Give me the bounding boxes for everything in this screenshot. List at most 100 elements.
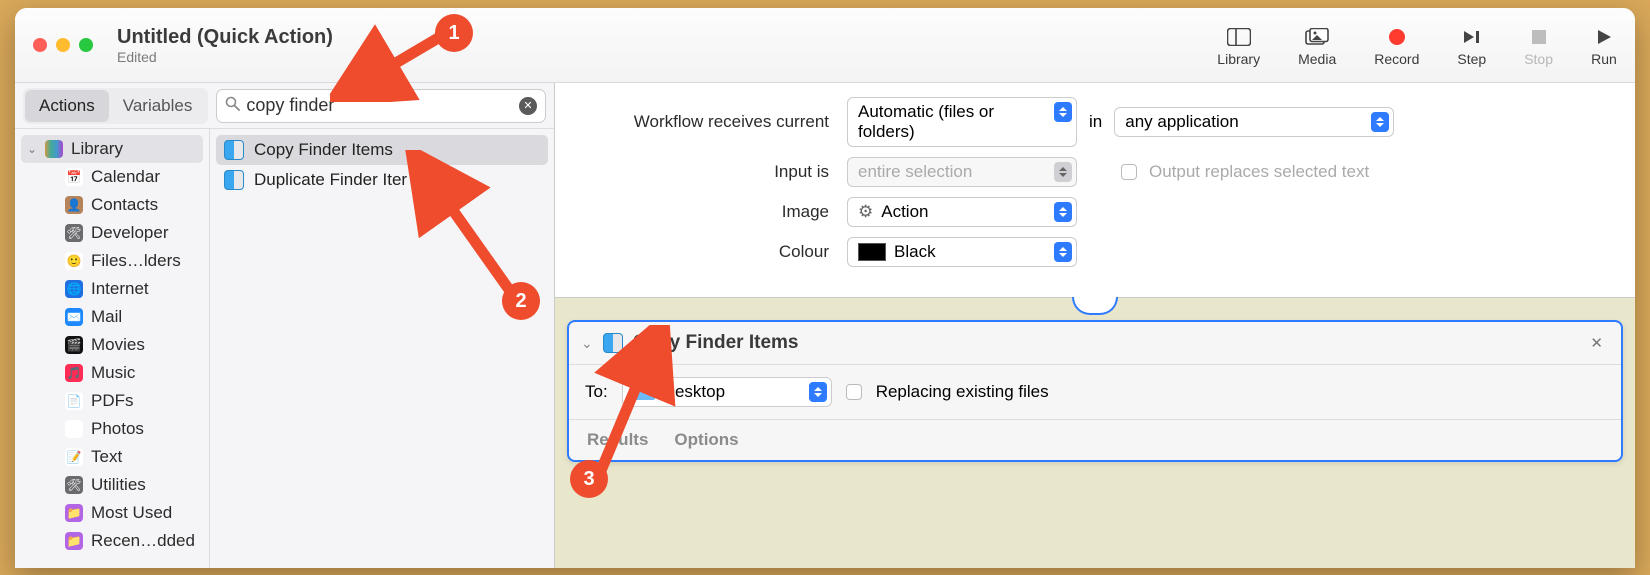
result-label: Copy Finder Items xyxy=(254,140,393,160)
library-item-label: Files…lders xyxy=(91,251,181,271)
category-icon: 📅 xyxy=(65,168,83,186)
toolbar-run-label: Run xyxy=(1591,51,1617,67)
colour-label: Colour xyxy=(575,242,835,262)
annotation-arrow-3 xyxy=(588,325,678,485)
record-icon xyxy=(1384,27,1410,47)
library-item[interactable]: 📝 Text xyxy=(41,443,203,471)
category-icon: 🌐 xyxy=(65,280,83,298)
select-arrows-icon xyxy=(1054,202,1072,222)
in-value: any application xyxy=(1125,112,1238,132)
toolbar-record-button[interactable]: Record xyxy=(1374,27,1419,67)
toolbar-media-label: Media xyxy=(1298,51,1336,67)
library-item[interactable]: 🛠Developer xyxy=(41,219,203,247)
sidebar-icon xyxy=(1226,27,1252,47)
in-word: in xyxy=(1089,112,1102,132)
toolbar-stop-label: Stop xyxy=(1524,51,1553,67)
category-icon: 🙂 xyxy=(65,252,83,270)
library-item-label: Calendar xyxy=(91,167,160,187)
library-item[interactable]: 👤Contacts xyxy=(41,191,203,219)
output-replaces-checkbox xyxy=(1121,164,1137,180)
replacing-checkbox[interactable] xyxy=(846,384,862,400)
workflow-input-notch xyxy=(1072,297,1118,315)
workflow-config: Workflow receives current Automatic (fil… xyxy=(555,83,1635,297)
annotation-badge-1: 1 xyxy=(435,14,473,52)
library-item[interactable]: 🎬Movies xyxy=(41,331,203,359)
library-item-label: Text xyxy=(91,447,122,467)
action-card-copy-finder-items[interactable]: ⌄ Copy Finder Items ✕ To: Desktop xyxy=(567,320,1623,462)
result-label: Duplicate Finder Iter xyxy=(254,170,407,190)
library-item[interactable]: 📁Recen…dded xyxy=(41,527,203,555)
category-icon: ✉️ xyxy=(65,308,83,326)
select-arrows-icon xyxy=(1054,162,1072,182)
minimize-window-button[interactable] xyxy=(56,38,70,52)
library-item[interactable]: 📁 Most Used xyxy=(41,499,203,527)
library-item-label: Recen…dded xyxy=(91,531,195,551)
colour-select[interactable]: Black xyxy=(847,237,1077,267)
stop-icon xyxy=(1526,27,1552,47)
zoom-window-button[interactable] xyxy=(79,38,93,52)
library-tree[interactable]: ⌄ Library 📅 Calendar 👤Contacts🛠Developer 🙂 F… xyxy=(15,129,210,568)
receives-label: Workflow receives current xyxy=(575,112,835,132)
category-icon: 📝 xyxy=(65,448,83,466)
in-application-select[interactable]: any application xyxy=(1114,107,1394,137)
library-item[interactable]: 📄 PDFs xyxy=(41,387,203,415)
image-value: Action xyxy=(881,202,928,222)
colour-value: Black xyxy=(894,242,936,262)
image-select[interactable]: ⚙︎ Action xyxy=(847,197,1077,227)
play-icon xyxy=(1591,27,1617,47)
category-icon: 👤 xyxy=(65,196,83,214)
select-arrows-icon xyxy=(1054,242,1072,262)
toolbar-run-button[interactable]: Run xyxy=(1591,27,1617,67)
receives-select[interactable]: Automatic (files or folders) xyxy=(847,97,1077,147)
replacing-label: Replacing existing files xyxy=(876,382,1049,402)
library-root[interactable]: ⌄ Library xyxy=(21,135,203,163)
library-item-label: Mail xyxy=(91,307,122,327)
library-item[interactable]: 🌐Internet xyxy=(41,275,203,303)
input-is-value: entire selection xyxy=(858,162,972,182)
library-icon xyxy=(45,140,63,158)
library-item[interactable]: 🙂 Files…lders xyxy=(41,247,203,275)
gear-icon: ⚙︎ xyxy=(858,202,873,222)
automator-window: Untitled (Quick Action) Edited Library M… xyxy=(15,8,1635,568)
library-item-label: Utilities xyxy=(91,475,146,495)
library-item-label: PDFs xyxy=(91,391,134,411)
library-item[interactable]: 🎵Music xyxy=(41,359,203,387)
tab-variables[interactable]: Variables xyxy=(109,90,207,122)
toolbar-media-button[interactable]: Media xyxy=(1298,27,1336,67)
category-icon: 🛠 xyxy=(65,224,83,242)
library-root-label: Library xyxy=(71,139,123,159)
category-icon: 📄 xyxy=(65,392,83,410)
toolbar-library-button[interactable]: Library xyxy=(1217,27,1260,67)
library-item-label: Photos xyxy=(91,419,144,439)
finder-icon xyxy=(224,170,244,190)
library-item[interactable]: 🛠Utilities xyxy=(41,471,203,499)
chevron-down-icon: ⌄ xyxy=(27,142,37,156)
media-icon xyxy=(1304,27,1330,47)
library-item[interactable]: 📅 Calendar xyxy=(41,163,203,191)
window-title: Untitled (Quick Action) xyxy=(117,26,333,49)
clear-search-button[interactable]: ✕ xyxy=(519,97,537,115)
colour-swatch xyxy=(858,243,886,261)
toolbar-step-button[interactable]: Step xyxy=(1457,27,1486,67)
window-subtitle: Edited xyxy=(117,49,333,65)
close-window-button[interactable] xyxy=(33,38,47,52)
receives-value: Automatic (files or folders) xyxy=(858,102,1050,142)
toolbar-library-label: Library xyxy=(1217,51,1260,67)
workflow-canvas[interactable]: ⌄ Copy Finder Items ✕ To: Desktop xyxy=(555,297,1635,568)
library-item[interactable]: 🖼Photos xyxy=(41,415,203,443)
library-tab-segment: Actions Variables xyxy=(23,88,208,124)
library-item-label: Most Used xyxy=(91,503,172,523)
tab-actions[interactable]: Actions xyxy=(25,90,109,122)
select-arrows-icon xyxy=(809,382,827,402)
toolbar-record-label: Record xyxy=(1374,51,1419,67)
category-icon: 📁 xyxy=(65,504,83,522)
select-arrows-icon xyxy=(1371,112,1389,132)
finder-icon xyxy=(224,140,244,160)
close-action-button[interactable]: ✕ xyxy=(1584,332,1609,354)
select-arrows-icon xyxy=(1054,102,1072,122)
library-item-label: Music xyxy=(91,363,135,383)
action-options-tab[interactable]: Options xyxy=(674,430,738,450)
output-replaces-label: Output replaces selected text xyxy=(1149,162,1369,182)
category-icon: 🎬 xyxy=(65,336,83,354)
library-item[interactable]: ✉️ Mail xyxy=(41,303,203,331)
